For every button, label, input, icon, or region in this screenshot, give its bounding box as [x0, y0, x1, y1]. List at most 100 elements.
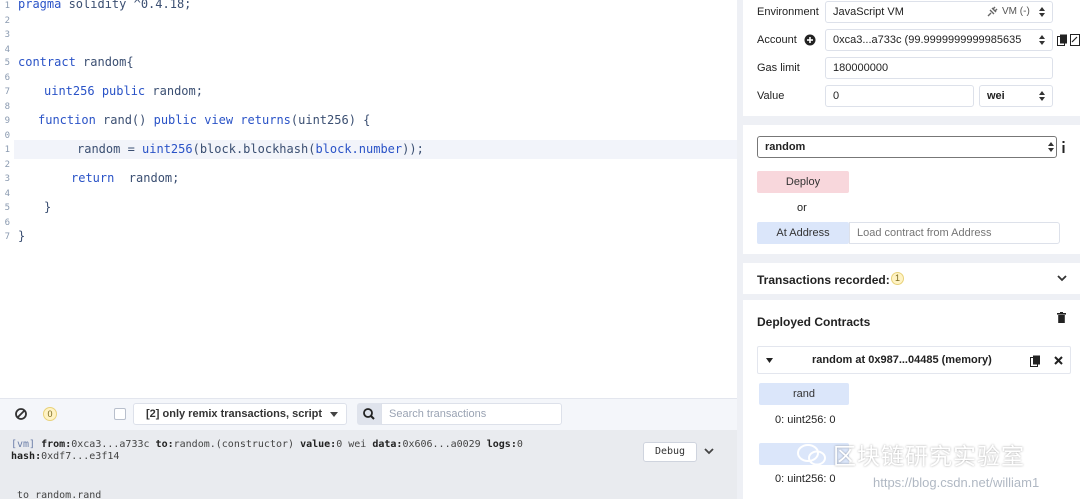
code-text: ));: [402, 142, 424, 156]
keyword: returns: [240, 113, 291, 127]
keyword: uint256: [142, 142, 193, 156]
code-text: solidity ^0.4.18;: [61, 0, 192, 11]
keyword: view: [204, 113, 234, 127]
line-number: 6: [4, 73, 10, 83]
line-number: 5: [4, 203, 10, 213]
contract-instance-label: random at 0x987...04485 (memory): [812, 354, 992, 366]
listen-network-checkbox[interactable]: [114, 408, 126, 420]
terminal-toolbar: 0 [2] only remix transactions, script: [0, 398, 737, 430]
info-icon[interactable]: [1061, 141, 1066, 153]
environment-value: JavaScript VM: [833, 6, 904, 18]
code-line-close-fn: }: [44, 200, 52, 214]
transactions-recorded-card[interactable]: Transactions recorded: 1: [743, 263, 1080, 294]
line-number: 9: [4, 116, 10, 126]
line-number: 7: [4, 232, 10, 242]
code-text: random;: [145, 84, 203, 98]
at-address-button[interactable]: At Address: [757, 222, 849, 244]
contract-select[interactable]: random: [757, 136, 1057, 158]
code-line-close-contract: }: [18, 229, 26, 243]
trash-icon[interactable]: [1057, 312, 1066, 323]
contract-instance-header[interactable]: random at 0x987...04485 (memory): [757, 346, 1071, 374]
keyword: uint256: [44, 84, 95, 98]
keyword: pragma: [18, 0, 62, 11]
code-text: (block.blockhash(: [192, 142, 316, 156]
keyword: public: [153, 113, 197, 127]
tx-log-tail: to random.rand: [11, 490, 102, 499]
logs-label: logs:: [486, 439, 517, 450]
rand-call-button[interactable]: rand: [759, 383, 849, 405]
line-number: 0: [4, 131, 10, 141]
run-settings-card: Environment JavaScript VM VM (-) Account…: [743, 0, 1080, 116]
watermark-text: 区块链研究实验室: [833, 444, 1025, 470]
tx-filter-label: [2] only remix transactions, script: [146, 408, 323, 420]
code-line-function: function rand() public view returns(uint…: [38, 113, 370, 127]
keyword: return: [71, 171, 115, 185]
value-unit: wei: [987, 90, 1005, 102]
copy-icon[interactable]: [1030, 355, 1041, 367]
code-line-assign: random = uint256(block.blockhash(block.n…: [77, 142, 424, 156]
keyword: function: [38, 113, 96, 127]
transactions-count-badge: 1: [891, 272, 904, 285]
vm-tag: [vm]: [11, 439, 36, 450]
code-line-contract: contract random{: [18, 55, 134, 69]
code-text: random =: [77, 142, 143, 156]
plug-icon: [987, 6, 998, 17]
deploy-button[interactable]: Deploy: [757, 171, 849, 193]
tx-filter-select[interactable]: [2] only remix transactions, script: [133, 403, 347, 425]
line-number: 6: [4, 218, 10, 228]
copy-icon[interactable]: [1057, 34, 1068, 46]
gas-limit-label: Gas limit: [757, 62, 800, 74]
at-address-input[interactable]: [849, 222, 1060, 244]
clear-console-icon[interactable]: [14, 407, 28, 421]
line-number: 4: [4, 189, 10, 199]
environment-select[interactable]: JavaScript VM VM (-): [825, 1, 1053, 23]
select-arrows-icon: [1048, 142, 1054, 153]
keyword: contract: [18, 55, 76, 69]
debug-button[interactable]: Debug: [643, 442, 697, 462]
close-icon[interactable]: [1054, 356, 1063, 365]
environment-label: Environment: [757, 6, 819, 18]
tx-log-entry[interactable]: [vm] from:0xca3...a733c to:random.(const…: [11, 439, 631, 463]
line-number: 7: [4, 87, 10, 97]
watermark: 区块链研究实验室 https://blog.csdn.net/william1: [795, 435, 1080, 499]
value-input[interactable]: 0: [825, 85, 974, 107]
code-text: random{: [75, 55, 134, 69]
add-account-icon[interactable]: [804, 34, 816, 46]
pending-tx-counter: 0: [43, 407, 57, 421]
code-text: rand(): [95, 113, 154, 127]
account-value: 0xca3...a733c (99.9999999999985635: [833, 34, 1022, 46]
call-result: 0: uint256: 0: [775, 414, 836, 426]
value-label: Value: [757, 90, 785, 102]
chevron-down-icon[interactable]: [704, 446, 714, 456]
gas-limit-input[interactable]: 180000000: [825, 57, 1053, 79]
line-gutter: 1 2 3 4 5 6 7 8 9 0 1 2 3 4 5 6 7: [0, 0, 14, 398]
account-select[interactable]: 0xca3...a733c (99.9999999999985635: [825, 29, 1053, 51]
environment-vm-label: VM (-): [1002, 6, 1030, 17]
line-number: 1: [4, 1, 10, 11]
caret-down-icon[interactable]: [766, 358, 773, 363]
watermark-url: https://blog.csdn.net/william1: [873, 475, 1040, 490]
line-number: 8: [4, 102, 10, 112]
line-number: 5: [4, 58, 10, 68]
data-value: 0x606...a0029: [402, 439, 481, 450]
wechat-icon: [797, 444, 826, 466]
select-arrows-icon: [1039, 91, 1045, 102]
value-unit-select[interactable]: wei: [979, 85, 1053, 107]
search-button[interactable]: [357, 403, 381, 425]
line-number: 3: [4, 30, 10, 40]
search-transactions-input[interactable]: [381, 403, 562, 425]
chevron-down-icon: [330, 412, 338, 417]
code-editor[interactable]: 1 2 3 4 5 6 7 8 9 0 1 2 3 4 5 6 7 pragma…: [0, 0, 737, 398]
hash-value: 0xdf7...e3f14: [41, 451, 120, 462]
code-line-state-var: uint256 public random;: [44, 84, 203, 98]
to-value: random.(constructor): [173, 439, 295, 450]
line-number: 2: [4, 160, 10, 170]
deployed-contracts-title: Deployed Contracts: [757, 315, 871, 329]
chevron-down-icon[interactable]: [1057, 275, 1067, 283]
sign-icon[interactable]: [1070, 34, 1080, 46]
terminal-output: [vm] from:0xca3...a733c to:random.(const…: [0, 430, 737, 499]
code-line-return: return random;: [71, 171, 179, 185]
run-panel: Environment JavaScript VM VM (-) Account…: [743, 0, 1080, 499]
account-label: Account: [757, 34, 797, 46]
data-label: data:: [372, 439, 403, 450]
